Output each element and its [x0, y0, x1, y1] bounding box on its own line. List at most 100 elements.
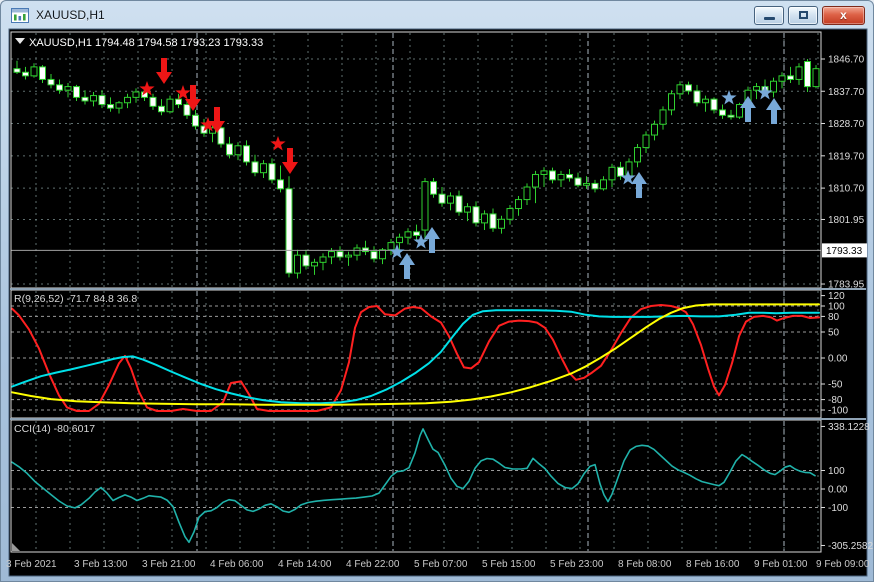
cci-tick-label: 100: [828, 466, 845, 477]
candle-body: [39, 66, 46, 80]
candle-body: [260, 163, 267, 174]
candle-body: [447, 195, 454, 204]
candle-body: [268, 163, 276, 181]
candle-body: [421, 181, 429, 231]
candle-body: [676, 84, 684, 95]
candle-body: [396, 236, 403, 244]
candle-body: [727, 114, 735, 118]
candle-body: [47, 78, 55, 86]
time-label: 3 Feb 13:00: [74, 559, 128, 570]
candle-body: [566, 173, 573, 179]
wpr-tick-label: -100: [828, 406, 848, 417]
candle-body: [158, 105, 165, 113]
candle-body: [277, 179, 284, 190]
candle-body: [702, 98, 709, 104]
wpr-tick-label: 50: [828, 328, 840, 339]
candle-body: [345, 254, 352, 258]
restore-icon: [798, 11, 808, 19]
candle-body: [506, 208, 514, 220]
candle-body: [642, 134, 650, 149]
candle-body: [770, 80, 777, 93]
candle-body: [481, 213, 488, 224]
candle-body: [183, 104, 191, 116]
candle-body: [13, 68, 21, 73]
cci-tick-label: 338.1228: [828, 422, 870, 433]
price-tick-label: 1846.70: [828, 55, 865, 66]
candle-body: [22, 71, 29, 77]
candle-body: [659, 109, 667, 125]
time-label: 8 Feb 16:00: [686, 559, 740, 570]
candle-body: [634, 147, 641, 163]
candle-body: [753, 86, 760, 91]
candle-body: [30, 66, 38, 77]
candle-body: [523, 186, 531, 201]
restore-button[interactable]: [788, 5, 818, 25]
wpr-label: R(9,26,52) -71.7 84.8 36.8: [14, 293, 137, 305]
price-tick-label: 1801.95: [828, 215, 865, 226]
price-tick-label: 1837.70: [828, 87, 865, 98]
candle-body: [319, 256, 327, 263]
candle-body: [311, 261, 318, 267]
candle-body: [64, 86, 72, 91]
candle-body: [795, 66, 803, 80]
candle-body: [532, 173, 539, 188]
candle-body: [379, 249, 386, 260]
candle-body: [132, 91, 140, 98]
candle-body: [804, 61, 811, 88]
time-label: 9 Feb 01:00: [754, 559, 808, 570]
ohlc-info: XAUUSD,H1 1794.48 1794.58 1793.23 1793.3…: [15, 37, 263, 49]
window-controls: x: [754, 5, 867, 25]
candle-body: [302, 254, 310, 267]
time-label: 4 Feb 22:00: [346, 559, 400, 570]
candle-body: [651, 123, 658, 136]
candle-body: [285, 188, 293, 274]
time-label: 5 Feb 15:00: [482, 559, 536, 570]
candle-body: [583, 182, 590, 186]
candle-body: [107, 104, 114, 109]
candle-body: [56, 84, 63, 91]
candle-body: [226, 143, 233, 156]
time-label: 3 Feb 21:00: [142, 559, 196, 570]
wpr-tick-label: 0.00: [828, 354, 848, 365]
time-label: 4 Feb 14:00: [278, 559, 332, 570]
candle-body: [73, 86, 80, 98]
close-button[interactable]: x: [822, 5, 865, 25]
candle-body: [387, 242, 395, 251]
candle-body: [438, 193, 446, 204]
candle-body: [719, 109, 726, 116]
wpr-tick-label: -50: [828, 380, 843, 391]
candle-body: [149, 96, 157, 107]
wpr-tick-label: 80: [828, 312, 840, 323]
candle-body: [294, 254, 301, 274]
candle-body: [498, 218, 505, 229]
candle-body: [778, 75, 786, 82]
candle-body: [787, 75, 794, 80]
close-icon: x: [840, 8, 847, 22]
candle-body: [430, 181, 437, 195]
candle-body: [710, 98, 718, 111]
time-label: 5 Feb 07:00: [414, 559, 468, 570]
price-tick-label: 1819.70: [828, 151, 865, 162]
candle-body: [217, 127, 225, 145]
pane-splitter[interactable]: [10, 288, 866, 290]
minimize-button[interactable]: [754, 5, 784, 25]
ohlc-text: XAUUSD,H1 1794.48 1794.58 1793.23 1793.3…: [29, 37, 263, 49]
minimize-icon: [763, 17, 775, 20]
candle-body: [472, 206, 480, 224]
candle-body: [243, 145, 250, 163]
candle-body: [549, 170, 556, 181]
window-title: XAUUSD,H1: [36, 8, 105, 22]
wpr-tick-label: 100: [828, 302, 845, 313]
candle-body: [192, 114, 199, 127]
candle-body: [124, 96, 131, 104]
chart-canvas[interactable]: 1846.70 1837.70 1828.70 1819.70 1810.70 1801.…: [1, 1, 874, 582]
cci-label: CCI(14) -80.6017: [14, 423, 95, 435]
candle-body: [668, 93, 675, 111]
candle-body: [464, 206, 471, 213]
time-label: 4 Feb 06:00: [210, 559, 264, 570]
title-bar[interactable]: XAUUSD,H1 x: [1, 1, 873, 29]
candle-body: [413, 231, 420, 236]
pane-splitter[interactable]: [10, 418, 866, 420]
candle-body: [98, 95, 106, 106]
candle-body: [404, 231, 412, 238]
